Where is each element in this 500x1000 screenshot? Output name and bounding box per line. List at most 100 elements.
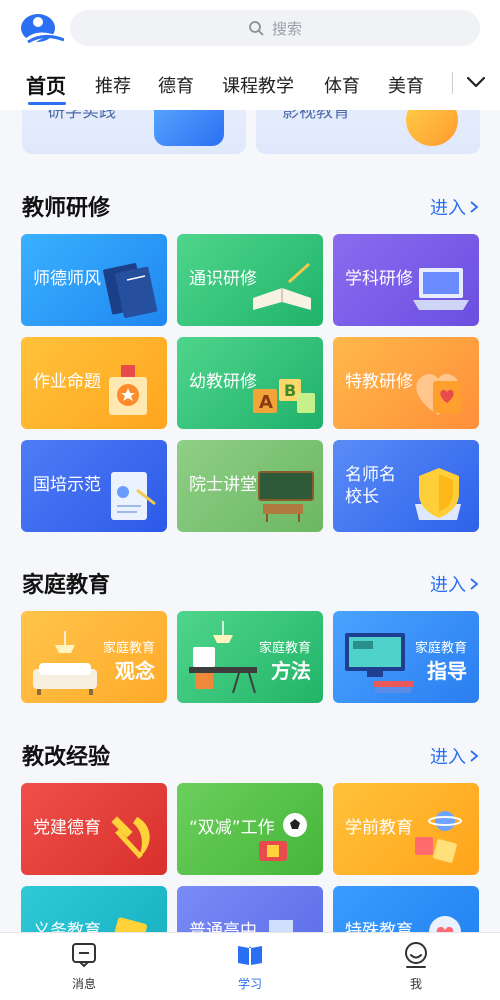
profile-icon bbox=[405, 942, 427, 968]
card-ethics[interactable]: 师德师风 bbox=[21, 234, 167, 326]
document-icon bbox=[111, 472, 156, 520]
card-label: 院士讲堂 bbox=[189, 475, 257, 495]
card-label: 国培示范 bbox=[33, 475, 101, 495]
tab-pe[interactable]: 体育 bbox=[324, 72, 360, 98]
card-family-concept[interactable]: 家庭教育 观念 bbox=[21, 611, 167, 703]
enter-teacher-button[interactable]: 进入 bbox=[430, 194, 480, 220]
search-icon bbox=[249, 21, 264, 36]
nav-label: 我 bbox=[409, 977, 422, 991]
building-icon bbox=[269, 920, 293, 932]
section-title-family: 家庭教育 bbox=[22, 573, 111, 598]
prev-card-research[interactable]: 研学实践 bbox=[22, 110, 246, 154]
card-label: 特教研修 bbox=[345, 372, 413, 392]
card-national-training[interactable]: 国培示范 bbox=[21, 440, 167, 532]
card-special-ed-training[interactable]: 特教研修 bbox=[333, 337, 479, 429]
card-label: 特殊教育 bbox=[345, 921, 413, 932]
card-label: 方法 bbox=[271, 659, 311, 683]
card-homework[interactable]: 作业命题 bbox=[21, 337, 167, 429]
card-double-reduction[interactable]: “双减”工作 bbox=[177, 783, 323, 875]
card-general[interactable]: 通识研修 bbox=[177, 234, 323, 326]
card-label: 学前教育 bbox=[345, 818, 413, 838]
card-label: 观念 bbox=[115, 659, 155, 683]
svg-text:B: B bbox=[284, 381, 296, 400]
laptop-icon bbox=[413, 268, 469, 310]
enter-label: 进入 bbox=[430, 575, 466, 596]
card-label: 学科研修 bbox=[345, 269, 413, 289]
enter-family-button[interactable]: 进入 bbox=[430, 571, 480, 597]
message-icon bbox=[72, 943, 96, 968]
card-label: 党建德育 bbox=[33, 818, 101, 838]
search-placeholder: 搜索 bbox=[271, 19, 302, 38]
card-label: 作业命题 bbox=[33, 372, 101, 392]
chevron-right-icon bbox=[470, 578, 479, 590]
svg-text:A: A bbox=[259, 392, 273, 413]
heart-book-icon bbox=[416, 373, 461, 415]
hammer-sickle-icon bbox=[111, 816, 150, 859]
nav-label: 消息 bbox=[71, 977, 96, 991]
card-sublabel: 家庭教育 bbox=[102, 641, 155, 656]
coin-book-icon bbox=[109, 917, 147, 932]
active-tab-indicator bbox=[28, 102, 66, 105]
card-family-method[interactable]: 家庭教育 方法 bbox=[177, 611, 323, 703]
chevron-down-icon[interactable] bbox=[464, 70, 488, 94]
sofa-lamp-icon bbox=[33, 631, 97, 695]
chevron-right-icon bbox=[470, 201, 479, 213]
card-label: 幼教研修 bbox=[189, 372, 257, 392]
card-famous-teachers[interactable]: 名师名校长 bbox=[333, 440, 479, 532]
section-title-teacher: 教师研修 bbox=[22, 196, 111, 221]
nav-study[interactable]: 学习 bbox=[210, 941, 290, 992]
card-special-ed[interactable]: 特殊教育 bbox=[333, 886, 479, 932]
tab-home[interactable]: 首页 bbox=[26, 70, 66, 99]
enter-label: 进入 bbox=[430, 198, 466, 219]
tab-moral[interactable]: 德育 bbox=[158, 72, 194, 98]
card-label: 师德师风 bbox=[33, 269, 101, 289]
card-compulsory-ed[interactable]: 义务教育 bbox=[21, 886, 167, 932]
books-icon bbox=[103, 263, 158, 318]
card-sublabel: 家庭教育 bbox=[258, 641, 311, 656]
card-high-school[interactable]: 普通高中 bbox=[177, 886, 323, 932]
search-input[interactable]: 搜索 bbox=[70, 10, 480, 46]
enter-reform-button[interactable]: 进入 bbox=[430, 743, 480, 769]
open-book-icon bbox=[253, 262, 311, 310]
card-label: 通识研修 bbox=[189, 269, 257, 289]
desk-lamp-icon bbox=[189, 621, 257, 694]
blackboard-icon bbox=[258, 471, 314, 522]
shield-icon bbox=[415, 468, 461, 520]
chevron-right-icon bbox=[470, 750, 479, 762]
card-academician[interactable]: 院士讲堂 bbox=[177, 440, 323, 532]
card-label: “双减”工作 bbox=[189, 818, 275, 838]
monitor-books-icon bbox=[345, 633, 413, 693]
top-bar: 搜索 首页 推荐 德育 课程教学 体育 美育 bbox=[0, 0, 500, 110]
tab-divider bbox=[452, 72, 453, 94]
card-subject[interactable]: 学科研修 bbox=[333, 234, 479, 326]
app-logo-icon[interactable] bbox=[18, 10, 64, 44]
card-preschool[interactable]: 幼教研修 A B bbox=[177, 337, 323, 429]
section-title-reform: 教改经验 bbox=[22, 745, 111, 770]
enter-label: 进入 bbox=[430, 747, 466, 768]
map-icon bbox=[154, 110, 224, 146]
category-tabs: 首页 推荐 德育 课程教学 体育 美育 bbox=[0, 60, 500, 110]
medal-icon bbox=[109, 365, 147, 415]
tab-arts[interactable]: 美育 bbox=[388, 72, 424, 98]
card-label: 普通高中 bbox=[189, 921, 257, 932]
card-preschool-ed[interactable]: 学前教育 bbox=[333, 783, 479, 875]
book-icon bbox=[238, 946, 262, 965]
prev-card-label: 影视教育 bbox=[282, 110, 350, 122]
nav-label: 学习 bbox=[237, 977, 262, 991]
card-label: 指导 bbox=[427, 659, 467, 683]
prev-card-label: 研学实践 bbox=[48, 110, 116, 122]
nav-me[interactable]: 我 bbox=[376, 941, 456, 992]
prev-card-film[interactable]: 影视教育 bbox=[256, 110, 480, 154]
tab-course[interactable]: 课程教学 bbox=[222, 72, 294, 98]
card-label: 义务教育 bbox=[33, 921, 101, 932]
film-reel-icon bbox=[406, 110, 458, 146]
bottom-nav: 消息 学习 我 bbox=[0, 932, 500, 1000]
tab-recommend[interactable]: 推荐 bbox=[95, 72, 131, 98]
card-family-guidance[interactable]: 家庭教育 指导 bbox=[333, 611, 479, 703]
nav-messages[interactable]: 消息 bbox=[44, 941, 124, 992]
card-party-moral[interactable]: 党建德育 bbox=[21, 783, 167, 875]
heart-badge-icon bbox=[429, 916, 461, 932]
content-scroll[interactable]: 研学实践 影视教育 教师研修 进入 师德师风 通识研修 学科研修 作业命题 幼教… bbox=[0, 110, 500, 932]
card-sublabel: 家庭教育 bbox=[414, 641, 467, 656]
card-label: 名师名校长 bbox=[345, 465, 396, 507]
